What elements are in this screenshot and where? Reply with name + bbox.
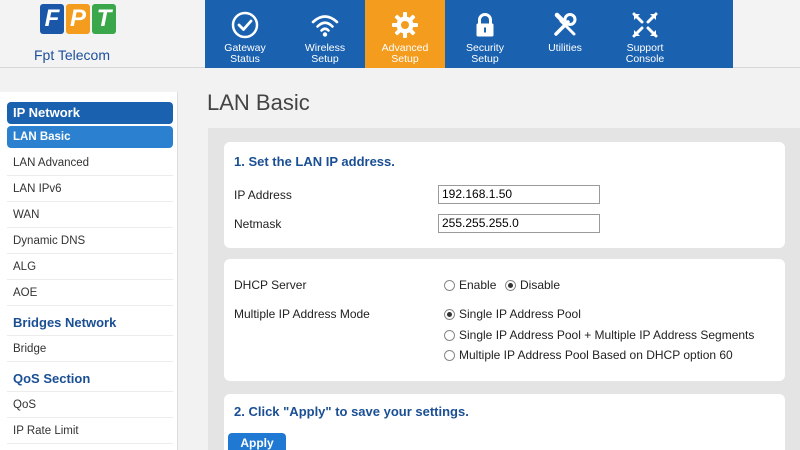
netmask-label: Netmask [234,217,282,231]
sidebar-item-wan[interactable]: WAN [7,202,173,228]
nav-label: Wireless Setup [304,42,346,65]
sidebar-section-ip-network[interactable]: IP Network [7,102,173,124]
tools-icon [554,12,577,36]
sidebar-item-dynamic-dns[interactable]: Dynamic DNS [7,228,173,254]
header-bar: F P T Fpt Telecom Gateway Status Wireles… [0,0,800,68]
lan-ip-card: 1. Set the LAN IP address. IP Address 19… [224,142,785,248]
nav-label: Utilities [548,42,582,54]
nav-label: Gateway Status [224,42,266,65]
mode-label-dhcp-60: Multiple IP Address Pool Based on DHCP o… [459,348,733,362]
dhcp-card: DHCP Server Enable Disable Multiple IP A… [224,259,785,381]
gear-icon [392,12,418,38]
sidebar-item-lan-basic[interactable]: LAN Basic [7,126,173,148]
nav-label: Support Console [625,42,665,65]
mode-label-pool-segments: Single IP Address Pool + Multiple IP Add… [459,328,755,342]
nav-support-console[interactable]: Support Console [605,0,685,68]
nav-security-setup[interactable]: Security Setup [445,0,525,68]
fpt-logo[interactable]: F P T Fpt Telecom [34,4,124,66]
sidebar-item-lan-advanced[interactable]: LAN Advanced [7,150,173,176]
section-title-lan-ip: 1. Set the LAN IP address. [234,154,395,169]
logo-letter-p: P [66,4,90,34]
apply-button[interactable]: Apply [228,433,286,450]
logo-text: Fpt Telecom [34,47,110,63]
top-navigation: Gateway Status Wireless Setup Advanced S… [205,0,733,68]
main-panel: 1. Set the LAN IP address. IP Address 19… [208,128,800,450]
sidebar-item-qos[interactable]: QoS [7,392,173,418]
sidebar: IP Network LAN Basic LAN Advanced LAN IP… [0,92,178,450]
wifi-icon [311,15,339,37]
dhcp-disable-label: Disable [520,278,561,292]
sidebar-item-alg[interactable]: ALG [7,254,173,280]
netmask-input[interactable]: 255.255.255.0 [438,214,600,233]
dhcp-enable-radio[interactable] [444,279,455,291]
dhcp-disable-option[interactable]: Disable [505,278,560,292]
nav-label: Advanced Setup [381,42,429,65]
apply-card: 2. Click "Apply" to save your settings. [224,394,785,450]
ip-mode-label: Multiple IP Address Mode [234,307,370,321]
mode-label-single-pool: Single IP Address Pool [459,307,581,321]
sidebar-item-aoe[interactable]: AOE [7,280,173,306]
mode-option-pool-segments[interactable]: Single IP Address Pool + Multiple IP Add… [444,328,754,342]
sidebar-item-ip-rate-limit[interactable]: IP Rate Limit [7,418,173,444]
support-arrows-icon [632,12,658,38]
nav-utilities[interactable]: Utilities [525,0,605,68]
logo-letters: F P T [40,4,118,34]
mode-radio-pool-segments[interactable] [444,329,455,341]
mode-radio-single-pool[interactable] [444,308,455,320]
nav-label: Security Setup [466,42,504,65]
dhcp-disable-radio[interactable] [505,279,516,291]
dhcp-enable-option[interactable]: Enable [444,278,496,292]
nav-gateway-status[interactable]: Gateway Status [205,0,285,68]
sidebar-item-lan-ipv6[interactable]: LAN IPv6 [7,176,173,202]
ip-address-input[interactable]: 192.168.1.50 [438,185,600,204]
lock-icon [476,13,494,37]
sidebar-item-bridge[interactable]: Bridge [7,336,173,362]
sidebar-section-bridges-network[interactable]: Bridges Network [7,310,173,336]
checkmark-circle-icon [231,11,259,39]
mode-option-dhcp-60[interactable]: Multiple IP Address Pool Based on DHCP o… [444,348,733,362]
ip-address-label: IP Address [234,188,292,202]
sidebar-section-qos[interactable]: QoS Section [7,366,173,392]
logo-letter-f: F [40,4,64,34]
logo-letter-t: T [92,4,116,34]
dhcp-server-label: DHCP Server [234,278,307,292]
mode-radio-dhcp-60[interactable] [444,349,455,361]
nav-advanced-setup[interactable]: Advanced Setup [365,0,445,68]
dhcp-enable-label: Enable [459,278,497,292]
section-title-apply: 2. Click "Apply" to save your settings. [234,404,469,419]
nav-wireless-setup[interactable]: Wireless Setup [285,0,365,68]
mode-option-single-pool[interactable]: Single IP Address Pool [444,307,581,321]
page-title: LAN Basic [207,90,310,115]
